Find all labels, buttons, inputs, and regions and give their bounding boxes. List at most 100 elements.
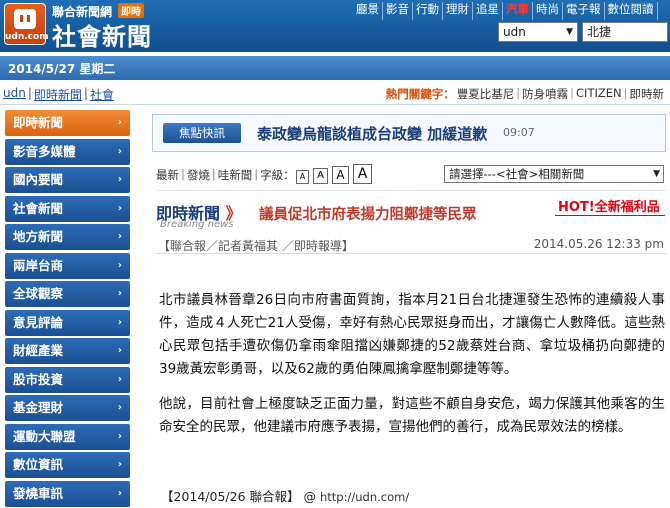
font-size-medium-button[interactable]: A bbox=[332, 166, 349, 184]
tool-link-wow-news[interactable]: 哇新聞 bbox=[218, 167, 253, 183]
top-nav-item[interactable]: 電子報 bbox=[563, 2, 605, 20]
sidebar-item[interactable]: 地方新聞 › bbox=[5, 224, 130, 250]
source-url-link[interactable]: http://udn.com/ bbox=[320, 490, 409, 504]
top-nav-item[interactable]: 理財 bbox=[443, 2, 473, 20]
promo-underline bbox=[555, 215, 665, 216]
top-nav-item[interactable]: 時尚 bbox=[533, 2, 563, 20]
sidebar-item-label: 發燒車訊 bbox=[13, 485, 64, 501]
byline-bar: 【聯合報／記者黃福其 ／即時報導】 2014.05.26 12:33 pm bbox=[156, 232, 666, 254]
breadcrumb-udn[interactable]: udn bbox=[3, 86, 26, 103]
sidebar-item[interactable]: 影音多媒體 › bbox=[5, 138, 130, 165]
sidebar-item[interactable]: 兩岸台商 › bbox=[5, 252, 130, 279]
sidebar-item[interactable]: 社會新聞 › bbox=[5, 195, 130, 222]
article-date: 2014.05.26 12:33 pm bbox=[533, 237, 664, 251]
udn-logo[interactable]: udn.com bbox=[4, 3, 49, 45]
sidebar-item[interactable]: 數位資訊 › bbox=[5, 452, 130, 478]
dropdown-arrow-icon: ▼ bbox=[653, 169, 660, 179]
sidebar-item[interactable]: 國內要聞 › bbox=[5, 167, 130, 193]
sidebar-item-label: 兩岸台商 bbox=[13, 257, 64, 273]
hot-keywords-label: 熱門關鍵字： bbox=[385, 87, 455, 101]
logo-text: udn.com bbox=[5, 32, 49, 42]
top-nav-item[interactable]: 廳景 bbox=[353, 2, 383, 20]
sidebar-item[interactable]: 發燒車訊 › bbox=[5, 480, 130, 507]
sidebar-item-label: 數位資訊 bbox=[13, 457, 64, 472]
breadcrumb-breaking-news[interactable]: 即時新聞 bbox=[34, 86, 82, 103]
dropdown-arrow-icon: ▼ bbox=[566, 27, 573, 37]
font-size-large-button[interactable]: A bbox=[353, 164, 372, 184]
chevron-right-icon: › bbox=[117, 402, 122, 413]
flash-news-time: 09:07 bbox=[503, 126, 535, 139]
chevron-right-icon: › bbox=[117, 259, 122, 271]
sidebar-item[interactable]: 運動大聯盟 › bbox=[5, 423, 130, 450]
chevron-right-icon: › bbox=[117, 288, 122, 299]
top-nav-item[interactable]: 追星 bbox=[473, 2, 503, 20]
sidebar-item-label: 基金理財 bbox=[13, 400, 64, 415]
hot-keyword-item[interactable]: 防身噴霧 bbox=[520, 86, 570, 102]
promo-link[interactable]: HOT!全新福利品 bbox=[558, 196, 660, 215]
font-size-small-button[interactable]: A bbox=[313, 168, 328, 184]
breadcrumb-row: udn | 即時新聞 | 社會 熱門關鍵字： 豐夏比基尼 | 防身噴霧 | CI… bbox=[0, 84, 670, 104]
chevron-right-icon: › bbox=[117, 231, 122, 242]
chevron-right-icon: › bbox=[117, 174, 122, 185]
chevron-right-icon: › bbox=[117, 202, 122, 214]
sidebar-item-label: 即時新聞 bbox=[13, 115, 64, 130]
chevron-right-icon: › bbox=[117, 459, 122, 470]
page: udn.com 聯合新聞網 即時 社會新聞 廳景 影音 行動 理財 追星 汽車 時尚 電子報數… bbox=[0, 0, 670, 508]
top-nav-item[interactable]: 數位閱讀 bbox=[605, 2, 658, 20]
source-at: @ bbox=[303, 489, 317, 504]
chevron-right-icon: › bbox=[117, 373, 122, 385]
article-tools: 最新 | 發燒 | 哇新聞 | 字級： A A A A 請選擇---<社會>相關… bbox=[156, 164, 666, 186]
chevron-right-icon: › bbox=[117, 345, 122, 356]
hot-keyword-item[interactable]: 即時新 bbox=[628, 86, 667, 102]
flash-news-title[interactable]: 泰政變烏龍談植成台政變 加緩道歉 bbox=[257, 123, 487, 144]
search-input[interactable]: 北捷 bbox=[582, 22, 668, 42]
tool-link-hot[interactable]: 發燒 bbox=[187, 167, 210, 183]
tool-separator: | bbox=[254, 167, 259, 181]
brand-badge: 即時 bbox=[118, 3, 144, 18]
article-source-text: 【2014/05/26 聯合報】 bbox=[161, 489, 300, 504]
sidebar-item[interactable]: 全球觀察 › bbox=[5, 281, 130, 307]
article-paragraph: 北市議員林晉章26日向市府書面質詢，指本月21日台北捷運發生恐怖的連續殺人事件，… bbox=[159, 292, 665, 377]
breadcrumb-separator: | bbox=[27, 86, 32, 100]
plug-icon bbox=[14, 9, 36, 29]
sidebar-item[interactable]: 基金理財 › bbox=[5, 395, 130, 421]
tool-separator: | bbox=[181, 167, 185, 181]
divider bbox=[156, 190, 666, 191]
sidebar-item-label: 社會新聞 bbox=[13, 200, 64, 216]
breadcrumb-society[interactable]: 社會 bbox=[90, 86, 114, 103]
chevron-right-icon: › bbox=[117, 117, 122, 128]
tool-links: 最新 | 發燒 | 哇新聞 | 字級： bbox=[156, 167, 295, 183]
hot-keyword-item[interactable]: CITIZEN bbox=[574, 86, 624, 102]
sidebar-item[interactable]: 財經產業 › bbox=[5, 338, 130, 364]
sidebar-item-label: 影音多媒體 bbox=[13, 143, 76, 159]
sidebar-item-label: 股市投資 bbox=[13, 371, 64, 387]
hot-keyword-item[interactable]: 豐夏比基尼 bbox=[455, 86, 517, 102]
flash-news-tag: 焦點快訊 bbox=[163, 123, 241, 143]
top-nav-item[interactable]: 影音 bbox=[383, 2, 413, 20]
related-news-select[interactable]: 請選擇---<社會>相關新聞 ▼ bbox=[444, 165, 664, 183]
top-nav-item[interactable]: 行動 bbox=[413, 2, 443, 20]
related-news-select-value: 請選擇---<社會>相關新聞 bbox=[449, 167, 585, 181]
sidebar-item-label: 意見評論 bbox=[13, 314, 64, 330]
sidebar-item[interactable]: 意見評論 › bbox=[5, 309, 130, 336]
sidebar-item[interactable]: 股市投資 › bbox=[5, 366, 130, 393]
article-source: 【2014/05/26 聯合報】 @ http://udn.com/ bbox=[161, 486, 409, 505]
breadcrumb-separator: | bbox=[83, 86, 88, 100]
chevron-right-icon: › bbox=[117, 487, 122, 499]
article-paragraph: 他說，目前社會上極度缺乏正面力量，對這些不顧自身安危，竭力保護其他乘客的生命安全… bbox=[159, 396, 665, 435]
sidebar-item-label: 全球觀察 bbox=[13, 286, 64, 301]
section-brand-title[interactable]: 社會新聞 bbox=[52, 17, 152, 52]
current-date: 2014/5/27 星期二 bbox=[8, 62, 116, 76]
sidebar-item-label: 運動大聯盟 bbox=[13, 428, 76, 444]
sidebar: 即時新聞 › 影音多媒體 › 國內要聞 › 社會新聞 › 地方新聞 › 兩岸台商 › 全球觀察 › 意見評論… bbox=[0, 110, 140, 508]
site-select[interactable]: udn ▼ bbox=[498, 22, 578, 42]
tool-link-latest[interactable]: 最新 bbox=[156, 167, 179, 183]
top-nav-item[interactable]: 汽車 bbox=[503, 2, 533, 20]
tool-separator: | bbox=[211, 167, 216, 181]
flash-news-box: 焦點快訊 泰政變烏龍談植成台政變 加緩道歉 09:07 bbox=[152, 114, 666, 152]
site-select-value: udn bbox=[503, 25, 526, 39]
hot-keywords: 熱門關鍵字： 豐夏比基尼 | 防身噴霧 | CITIZEN | 即時新 bbox=[386, 86, 666, 102]
sidebar-item[interactable]: 即時新聞 › bbox=[5, 110, 130, 136]
sidebar-item-label: 地方新聞 bbox=[13, 229, 64, 244]
font-size-smallest-button[interactable]: A bbox=[296, 170, 309, 184]
